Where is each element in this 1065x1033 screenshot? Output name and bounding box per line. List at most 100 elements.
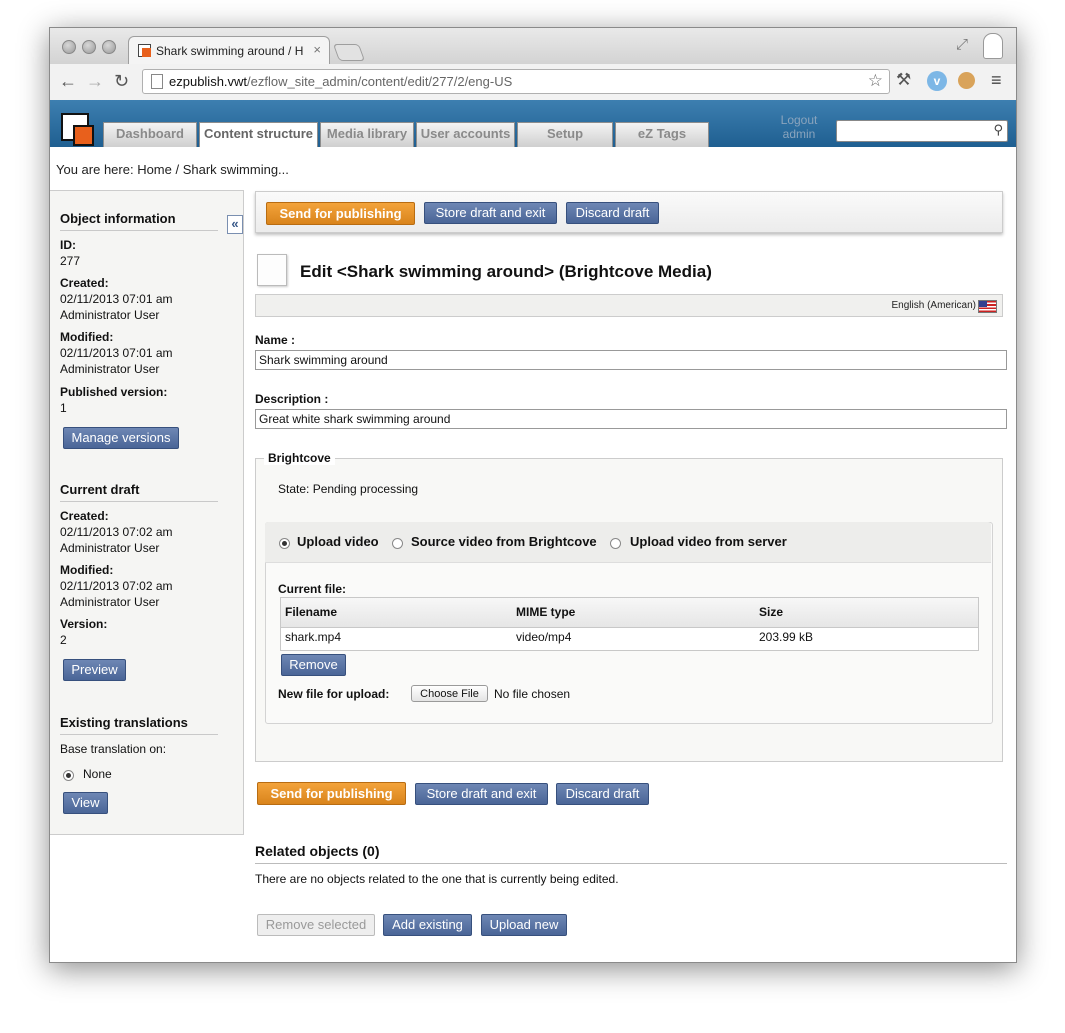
description-input[interactable]: Great white shark swimming around [255, 409, 1007, 429]
name-input[interactable]: Shark swimming around [255, 350, 1007, 370]
divider [60, 230, 218, 231]
zoom-window-icon[interactable] [102, 40, 116, 54]
column-size: Size [759, 605, 784, 619]
us-flag-icon [978, 300, 997, 313]
draft-created-date: 02/11/2013 07:02 am [60, 525, 173, 539]
cookie-extension-icon[interactable] [958, 72, 975, 89]
created-date: 02/11/2013 07:01 am [60, 292, 173, 306]
discard-draft-button[interactable]: Discard draft [566, 202, 659, 224]
draft-modified-label: Modified: [60, 563, 114, 577]
search-input[interactable]: ⚲ [836, 120, 1008, 142]
minimize-window-icon[interactable] [82, 40, 96, 54]
site-favicon-icon [138, 44, 151, 57]
brightcove-legend: Brightcove [264, 451, 335, 465]
back-icon[interactable]: ← [59, 71, 77, 92]
search-icon[interactable]: ⚲ [993, 122, 1003, 138]
logout-link[interactable]: Logout admin [764, 113, 834, 141]
tab-media-library[interactable]: Media library [320, 122, 414, 147]
id-value: 277 [60, 254, 81, 268]
file-size-cell: 203.99 kB [759, 630, 814, 644]
store-draft-button-bottom[interactable]: Store draft and exit [415, 783, 548, 805]
published-version-value: 1 [60, 401, 67, 415]
tab-setup[interactable]: Setup [517, 122, 613, 147]
modified-label: Modified: [60, 330, 114, 344]
current-draft-heading: Current draft [60, 482, 140, 497]
choose-file-button[interactable]: Choose File [411, 685, 488, 702]
created-user: Administrator User [60, 308, 160, 322]
fullscreen-icon[interactable]: ⤢ [956, 36, 968, 53]
send-for-publishing-button-bottom[interactable]: Send for publishing [257, 782, 406, 805]
upload-video-label: Upload video [297, 534, 379, 549]
remove-selected-button[interactable]: Remove selected [257, 914, 375, 936]
language-label: English (American) [891, 300, 976, 311]
vimeo-extension-icon[interactable]: v [927, 71, 947, 91]
wrench-extension-icon[interactable]: ⚒ [896, 70, 911, 90]
admin-header: Dashboard Content structure Media librar… [50, 100, 1016, 148]
ez-logo[interactable] [61, 113, 94, 146]
related-objects-heading: Related objects (0) [255, 843, 380, 859]
url-text: ezpublish.vwt/ezflow_site_admin/content/… [169, 74, 513, 89]
tab-content-structure[interactable]: Content structure [199, 122, 318, 148]
divider [60, 734, 218, 735]
address-bar[interactable]: ezpublish.vwt/ezflow_site_admin/content/… [142, 69, 890, 94]
remove-file-button[interactable]: Remove [281, 654, 346, 676]
bookmark-star-icon[interactable]: ☆ [868, 71, 883, 91]
view-button[interactable]: View [63, 792, 108, 814]
store-draft-button[interactable]: Store draft and exit [424, 202, 557, 224]
draft-modified-user: Administrator User [60, 595, 160, 609]
collapse-sidebar-icon[interactable]: « [227, 215, 243, 234]
draft-created-user: Administrator User [60, 541, 160, 555]
source-from-brightcove-radio[interactable] [392, 538, 403, 549]
name-label: Name : [255, 333, 296, 347]
current-file-label: Current file: [278, 582, 347, 596]
table-header [281, 598, 978, 628]
divider [60, 501, 218, 502]
preview-button[interactable]: Preview [63, 659, 126, 681]
upload-video-radio[interactable] [279, 538, 290, 549]
discard-draft-button-bottom[interactable]: Discard draft [556, 783, 649, 805]
manage-versions-button[interactable]: Manage versions [63, 427, 179, 449]
file-mime-cell: video/mp4 [516, 630, 572, 644]
upload-new-button[interactable]: Upload new [481, 914, 567, 936]
profile-avatar-icon[interactable] [983, 33, 1003, 59]
page-title: Edit <Shark swimming around> (Brightcove… [300, 262, 712, 281]
divider [255, 863, 1007, 864]
tab-dashboard[interactable]: Dashboard [103, 122, 197, 147]
no-file-chosen-text: No file chosen [494, 687, 571, 701]
menu-icon[interactable]: ≡ [991, 70, 1002, 91]
tab-user-accounts[interactable]: User accounts [416, 122, 515, 147]
published-version-label: Published version: [60, 385, 168, 399]
translation-none-radio[interactable] [63, 770, 74, 781]
add-existing-button[interactable]: Add existing [383, 914, 472, 936]
language-bar: English (American) [255, 294, 1003, 317]
upload-from-server-radio[interactable] [610, 538, 621, 549]
tab-ez-tags[interactable]: eZ Tags [615, 122, 709, 147]
description-label: Description : [255, 392, 329, 406]
column-mime-type: MIME type [516, 605, 576, 619]
forward-icon[interactable]: → [86, 71, 104, 92]
tab-close-icon[interactable]: × [313, 42, 321, 57]
file-name-cell: shark.mp4 [285, 630, 342, 644]
close-window-icon[interactable] [62, 40, 76, 54]
related-empty-text: There are no objects related to the one … [255, 872, 619, 886]
send-for-publishing-button[interactable]: Send for publishing [266, 202, 415, 225]
created-label: Created: [60, 276, 109, 290]
upload-from-server-label: Upload video from server [630, 534, 787, 549]
new-file-label: New file for upload: [278, 687, 390, 701]
reload-icon[interactable]: ↻ [114, 71, 129, 92]
breadcrumb: You are here: Home / Shark swimming... [56, 162, 289, 177]
version-value: 2 [60, 633, 67, 647]
browser-tab-strip: Shark swimming around / H × ⤢ [50, 28, 1016, 65]
existing-translations-heading: Existing translations [60, 715, 188, 730]
version-label: Version: [60, 617, 108, 631]
new-tab-button[interactable] [332, 44, 366, 61]
base-translation-label: Base translation on: [60, 742, 167, 756]
id-label: ID: [60, 238, 76, 252]
draft-modified-date: 02/11/2013 07:02 am [60, 579, 173, 593]
left-sidebar: « Object information ID: 277 Created: 02… [50, 190, 244, 835]
source-from-brightcove-label: Source video from Brightcove [411, 534, 597, 549]
translation-none-label: None [83, 767, 112, 781]
browser-tab[interactable]: Shark swimming around / H × [128, 36, 330, 65]
browser-window: Shark swimming around / H × ⤢ ← → ↻ ezpu… [49, 27, 1017, 963]
object-information-heading: Object information [60, 211, 176, 226]
